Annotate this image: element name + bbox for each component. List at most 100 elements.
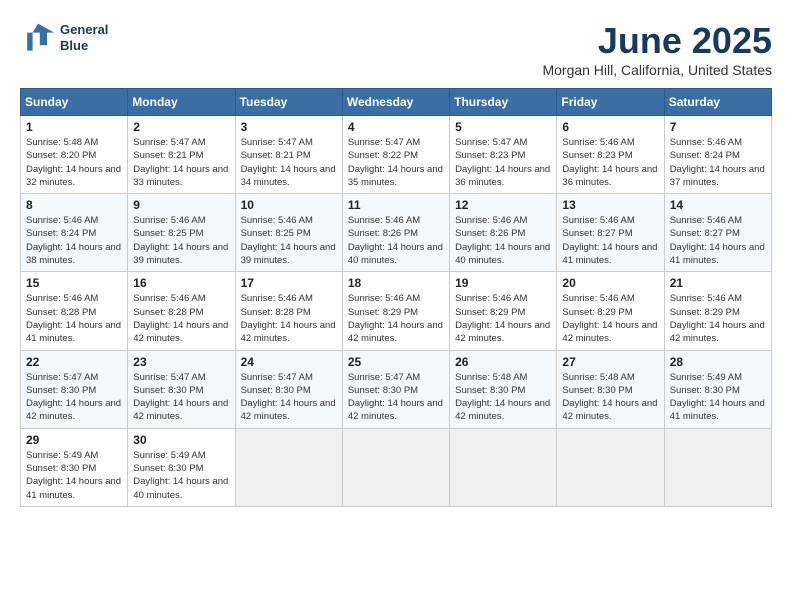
day-content: Sunrise: 5:48 AM Sunset: 8:30 PM Dayligh… — [455, 371, 551, 424]
calendar-title: June 2025 — [542, 20, 772, 62]
calendar-cell: 29 Sunrise: 5:49 AM Sunset: 8:30 PM Dayl… — [21, 428, 128, 506]
day-content: Sunrise: 5:46 AM Sunset: 8:29 PM Dayligh… — [670, 292, 766, 345]
day-number: 20 — [562, 276, 658, 290]
day-number: 19 — [455, 276, 551, 290]
week-row-2: 8 Sunrise: 5:46 AM Sunset: 8:24 PM Dayli… — [21, 194, 772, 272]
calendar-cell: 16 Sunrise: 5:46 AM Sunset: 8:28 PM Dayl… — [128, 272, 235, 350]
day-number: 9 — [133, 198, 229, 212]
calendar-cell: 12 Sunrise: 5:46 AM Sunset: 8:26 PM Dayl… — [450, 194, 557, 272]
logo-icon — [20, 20, 56, 56]
day-content: Sunrise: 5:47 AM Sunset: 8:30 PM Dayligh… — [241, 371, 337, 424]
calendar-cell: 15 Sunrise: 5:46 AM Sunset: 8:28 PM Dayl… — [21, 272, 128, 350]
day-number: 7 — [670, 120, 766, 134]
week-row-1: 1 Sunrise: 5:48 AM Sunset: 8:20 PM Dayli… — [21, 116, 772, 194]
logo: General Blue — [20, 20, 108, 56]
calendar-cell: 10 Sunrise: 5:46 AM Sunset: 8:25 PM Dayl… — [235, 194, 342, 272]
title-section: June 2025 Morgan Hill, California, Unite… — [542, 20, 772, 78]
calendar-cell: 8 Sunrise: 5:46 AM Sunset: 8:24 PM Dayli… — [21, 194, 128, 272]
header-wednesday: Wednesday — [342, 89, 449, 116]
calendar-cell: 4 Sunrise: 5:47 AM Sunset: 8:22 PM Dayli… — [342, 116, 449, 194]
calendar-subtitle: Morgan Hill, California, United States — [542, 62, 772, 78]
calendar-table: SundayMondayTuesdayWednesdayThursdayFrid… — [20, 88, 772, 507]
day-content: Sunrise: 5:47 AM Sunset: 8:22 PM Dayligh… — [348, 136, 444, 189]
calendar-cell: 6 Sunrise: 5:46 AM Sunset: 8:23 PM Dayli… — [557, 116, 664, 194]
calendar-cell: 9 Sunrise: 5:46 AM Sunset: 8:25 PM Dayli… — [128, 194, 235, 272]
day-content: Sunrise: 5:46 AM Sunset: 8:28 PM Dayligh… — [26, 292, 122, 345]
day-content: Sunrise: 5:46 AM Sunset: 8:28 PM Dayligh… — [241, 292, 337, 345]
day-content: Sunrise: 5:48 AM Sunset: 8:20 PM Dayligh… — [26, 136, 122, 189]
calendar-cell: 5 Sunrise: 5:47 AM Sunset: 8:23 PM Dayli… — [450, 116, 557, 194]
week-row-4: 22 Sunrise: 5:47 AM Sunset: 8:30 PM Dayl… — [21, 350, 772, 428]
day-number: 6 — [562, 120, 658, 134]
calendar-cell: 1 Sunrise: 5:48 AM Sunset: 8:20 PM Dayli… — [21, 116, 128, 194]
day-content: Sunrise: 5:47 AM Sunset: 8:21 PM Dayligh… — [133, 136, 229, 189]
day-number: 12 — [455, 198, 551, 212]
day-number: 21 — [670, 276, 766, 290]
calendar-cell: 7 Sunrise: 5:46 AM Sunset: 8:24 PM Dayli… — [664, 116, 771, 194]
day-content: Sunrise: 5:46 AM Sunset: 8:29 PM Dayligh… — [455, 292, 551, 345]
day-content: Sunrise: 5:47 AM Sunset: 8:30 PM Dayligh… — [348, 371, 444, 424]
day-content: Sunrise: 5:46 AM Sunset: 8:24 PM Dayligh… — [670, 136, 766, 189]
logo-text: General Blue — [60, 22, 108, 53]
day-number: 3 — [241, 120, 337, 134]
calendar-cell: 24 Sunrise: 5:47 AM Sunset: 8:30 PM Dayl… — [235, 350, 342, 428]
day-number: 28 — [670, 355, 766, 369]
header: General Blue June 2025 Morgan Hill, Cali… — [20, 20, 772, 78]
calendar-cell: 30 Sunrise: 5:49 AM Sunset: 8:30 PM Dayl… — [128, 428, 235, 506]
header-saturday: Saturday — [664, 89, 771, 116]
day-content: Sunrise: 5:47 AM Sunset: 8:21 PM Dayligh… — [241, 136, 337, 189]
header-thursday: Thursday — [450, 89, 557, 116]
calendar-cell: 14 Sunrise: 5:46 AM Sunset: 8:27 PM Dayl… — [664, 194, 771, 272]
day-content: Sunrise: 5:46 AM Sunset: 8:26 PM Dayligh… — [348, 214, 444, 267]
week-row-5: 29 Sunrise: 5:49 AM Sunset: 8:30 PM Dayl… — [21, 428, 772, 506]
day-number: 10 — [241, 198, 337, 212]
calendar-cell: 28 Sunrise: 5:49 AM Sunset: 8:30 PM Dayl… — [664, 350, 771, 428]
calendar-cell: 22 Sunrise: 5:47 AM Sunset: 8:30 PM Dayl… — [21, 350, 128, 428]
day-number: 18 — [348, 276, 444, 290]
day-content: Sunrise: 5:46 AM Sunset: 8:27 PM Dayligh… — [562, 214, 658, 267]
day-number: 2 — [133, 120, 229, 134]
calendar-cell — [664, 428, 771, 506]
day-number: 22 — [26, 355, 122, 369]
day-number: 27 — [562, 355, 658, 369]
calendar-cell: 25 Sunrise: 5:47 AM Sunset: 8:30 PM Dayl… — [342, 350, 449, 428]
day-number: 25 — [348, 355, 444, 369]
day-content: Sunrise: 5:46 AM Sunset: 8:28 PM Dayligh… — [133, 292, 229, 345]
day-number: 24 — [241, 355, 337, 369]
day-number: 13 — [562, 198, 658, 212]
header-sunday: Sunday — [21, 89, 128, 116]
week-row-3: 15 Sunrise: 5:46 AM Sunset: 8:28 PM Dayl… — [21, 272, 772, 350]
calendar-cell: 19 Sunrise: 5:46 AM Sunset: 8:29 PM Dayl… — [450, 272, 557, 350]
day-content: Sunrise: 5:47 AM Sunset: 8:30 PM Dayligh… — [133, 371, 229, 424]
day-number: 15 — [26, 276, 122, 290]
calendar-cell — [450, 428, 557, 506]
day-content: Sunrise: 5:47 AM Sunset: 8:30 PM Dayligh… — [26, 371, 122, 424]
day-number: 23 — [133, 355, 229, 369]
calendar-cell — [235, 428, 342, 506]
day-number: 26 — [455, 355, 551, 369]
day-number: 5 — [455, 120, 551, 134]
day-content: Sunrise: 5:49 AM Sunset: 8:30 PM Dayligh… — [133, 449, 229, 502]
calendar-cell: 21 Sunrise: 5:46 AM Sunset: 8:29 PM Dayl… — [664, 272, 771, 350]
calendar-cell: 23 Sunrise: 5:47 AM Sunset: 8:30 PM Dayl… — [128, 350, 235, 428]
calendar-cell: 13 Sunrise: 5:46 AM Sunset: 8:27 PM Dayl… — [557, 194, 664, 272]
day-content: Sunrise: 5:46 AM Sunset: 8:25 PM Dayligh… — [133, 214, 229, 267]
day-number: 30 — [133, 433, 229, 447]
calendar-cell: 17 Sunrise: 5:46 AM Sunset: 8:28 PM Dayl… — [235, 272, 342, 350]
day-content: Sunrise: 5:48 AM Sunset: 8:30 PM Dayligh… — [562, 371, 658, 424]
header-monday: Monday — [128, 89, 235, 116]
day-content: Sunrise: 5:46 AM Sunset: 8:29 PM Dayligh… — [562, 292, 658, 345]
day-number: 14 — [670, 198, 766, 212]
day-number: 8 — [26, 198, 122, 212]
day-number: 16 — [133, 276, 229, 290]
calendar-cell: 2 Sunrise: 5:47 AM Sunset: 8:21 PM Dayli… — [128, 116, 235, 194]
calendar-cell — [342, 428, 449, 506]
day-content: Sunrise: 5:46 AM Sunset: 8:24 PM Dayligh… — [26, 214, 122, 267]
day-content: Sunrise: 5:46 AM Sunset: 8:25 PM Dayligh… — [241, 214, 337, 267]
day-content: Sunrise: 5:49 AM Sunset: 8:30 PM Dayligh… — [670, 371, 766, 424]
calendar-cell — [557, 428, 664, 506]
day-content: Sunrise: 5:49 AM Sunset: 8:30 PM Dayligh… — [26, 449, 122, 502]
day-content: Sunrise: 5:46 AM Sunset: 8:27 PM Dayligh… — [670, 214, 766, 267]
day-number: 29 — [26, 433, 122, 447]
calendar-cell: 3 Sunrise: 5:47 AM Sunset: 8:21 PM Dayli… — [235, 116, 342, 194]
